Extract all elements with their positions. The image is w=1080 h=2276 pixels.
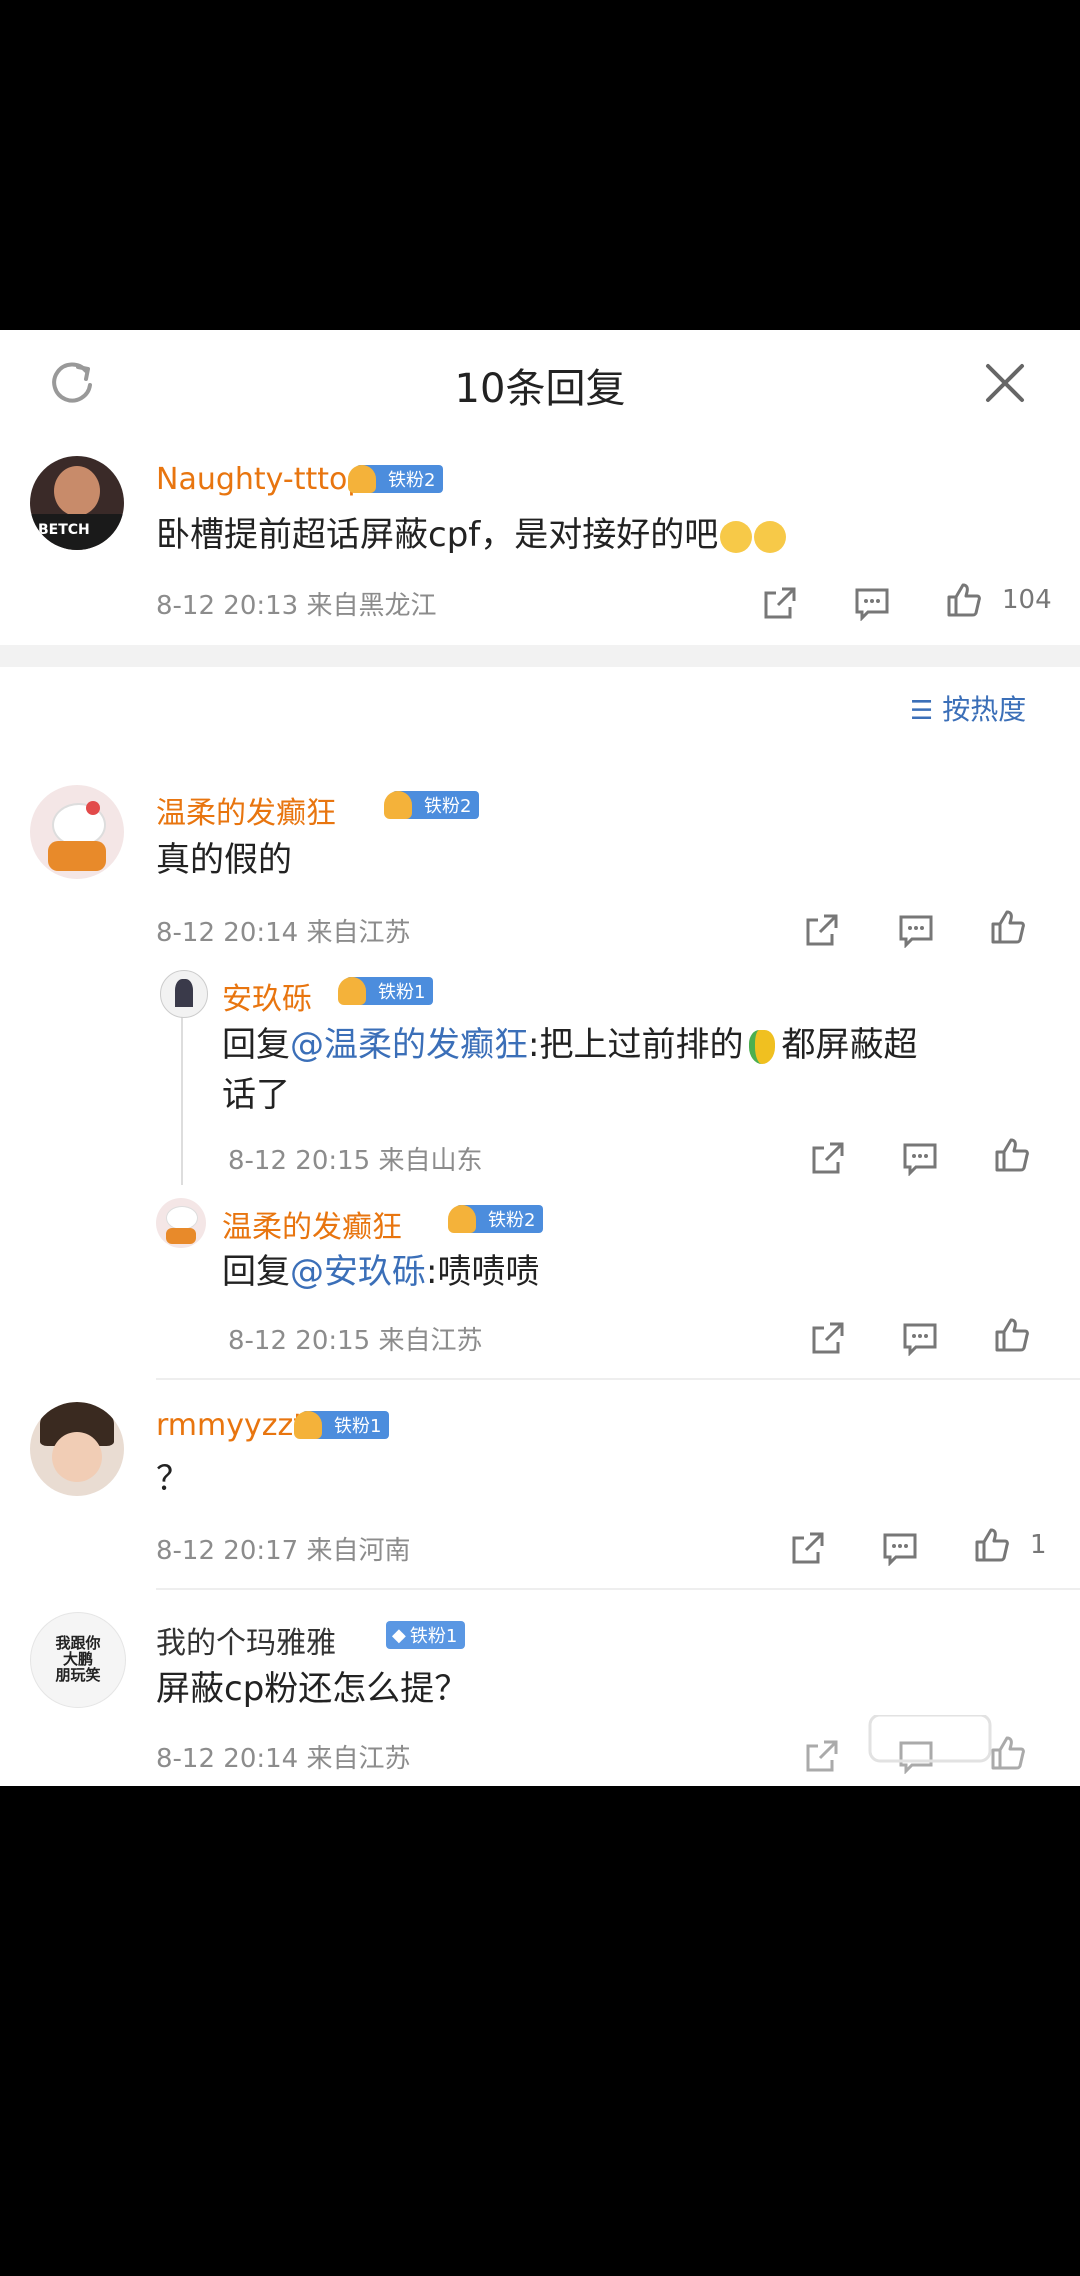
comment-meta: 8-12 20:13 来自黑龙江: [156, 591, 437, 621]
user-name[interactable]: Naughty-tttop: [156, 462, 366, 497]
comment-text: 卧槽提前超话屏蔽cpf，是对接好的吧: [156, 510, 1016, 560]
avatar[interactable]: [156, 1198, 206, 1248]
replies-panel: 10条回复 BETCH Naughty-tttop 铁粉2 卧槽提前超话屏蔽cp…: [0, 330, 1080, 1786]
like-count: 104: [1002, 585, 1052, 615]
comment-meta: 8-12 20:14 来自江苏: [156, 918, 411, 948]
like-icon[interactable]: [990, 909, 1026, 945]
like-count: 1: [1030, 1530, 1047, 1560]
crown-icon: [384, 791, 412, 819]
like-icon[interactable]: [974, 1527, 1010, 1563]
crown-icon: [348, 465, 376, 493]
comment-icon[interactable]: [882, 1530, 918, 1566]
fan-badge: 铁粉1: [294, 1411, 390, 1439]
comment-meta: 8-12 20:15 来自山东: [228, 1146, 483, 1176]
avatar[interactable]: BETCH: [30, 456, 124, 550]
share-icon[interactable]: [810, 1320, 846, 1356]
row-divider: [156, 1588, 1080, 1590]
close-icon[interactable]: [982, 360, 1028, 406]
comment-text: 回复@安玖砾:啧啧啧: [222, 1252, 540, 1292]
sort-toggle[interactable]: ☰ 按热度: [910, 688, 1026, 728]
fan-badge: 铁粉1: [338, 977, 434, 1005]
mention-link[interactable]: @温柔的发癫狂: [290, 1025, 528, 1065]
share-icon[interactable]: [810, 1140, 846, 1176]
like-icon[interactable]: [994, 1137, 1030, 1173]
comment-text: 屏蔽cp粉还怎么提？: [156, 1669, 469, 1709]
avatar[interactable]: [160, 970, 208, 1018]
header-title: 10条回复: [454, 366, 626, 412]
share-icon[interactable]: [804, 912, 840, 948]
user-name[interactable]: 我的个玛雅雅: [156, 1618, 336, 1662]
user-name[interactable]: 安玖砾: [222, 974, 312, 1018]
fan-badge: 铁粉2: [448, 1205, 544, 1233]
section-divider: [0, 645, 1080, 667]
comment-text: ？: [156, 1459, 190, 1499]
fan-badge: 铁粉2: [384, 791, 480, 819]
comment-meta: 8-12 20:14 来自江苏: [156, 1744, 411, 1774]
sort-icon: ☰: [910, 696, 934, 726]
mention-link[interactable]: @安玖砾: [290, 1252, 426, 1292]
share-icon[interactable]: [790, 1530, 826, 1566]
crown-icon: [294, 1411, 322, 1439]
like-icon[interactable]: [946, 582, 982, 618]
diamond-icon: ◆: [392, 1624, 406, 1646]
like-icon[interactable]: [994, 1317, 1030, 1353]
avatar[interactable]: 我跟你 大鹏 朋玩笑: [30, 1612, 126, 1708]
watermark-logo: [720, 1713, 1020, 1783]
corn-emoji-icon: [749, 1029, 776, 1064]
emoji-icon: [754, 520, 787, 553]
emoji-icon: [720, 520, 753, 553]
avatar[interactable]: [30, 785, 124, 879]
comment-meta: 8-12 20:17 来自河南: [156, 1536, 411, 1566]
crown-icon: [338, 977, 366, 1005]
user-name[interactable]: 温柔的发癫狂: [222, 1202, 402, 1246]
avatar[interactable]: [30, 1402, 124, 1496]
comment-icon[interactable]: [902, 1320, 938, 1356]
comment-icon[interactable]: [898, 912, 934, 948]
share-icon[interactable]: [762, 585, 798, 621]
comment-meta: 8-12 20:15 来自江苏: [228, 1326, 483, 1356]
user-name[interactable]: rmmyyzzt: [156, 1408, 305, 1443]
comment-text: 回复@温柔的发癫狂:把上过前排的 都屏蔽超 话了: [222, 1025, 918, 1115]
comment-icon[interactable]: [902, 1140, 938, 1176]
fan-badge: 铁粉2: [348, 465, 444, 493]
row-divider: [156, 1378, 1080, 1380]
header: 10条回复: [0, 330, 1080, 430]
comment-icon[interactable]: [854, 585, 890, 621]
crown-icon: [448, 1205, 476, 1233]
fan-badge: ◆ 铁粉1: [386, 1621, 466, 1649]
comment-text: 真的假的: [156, 840, 292, 880]
user-name[interactable]: 温柔的发癫狂: [156, 788, 336, 832]
